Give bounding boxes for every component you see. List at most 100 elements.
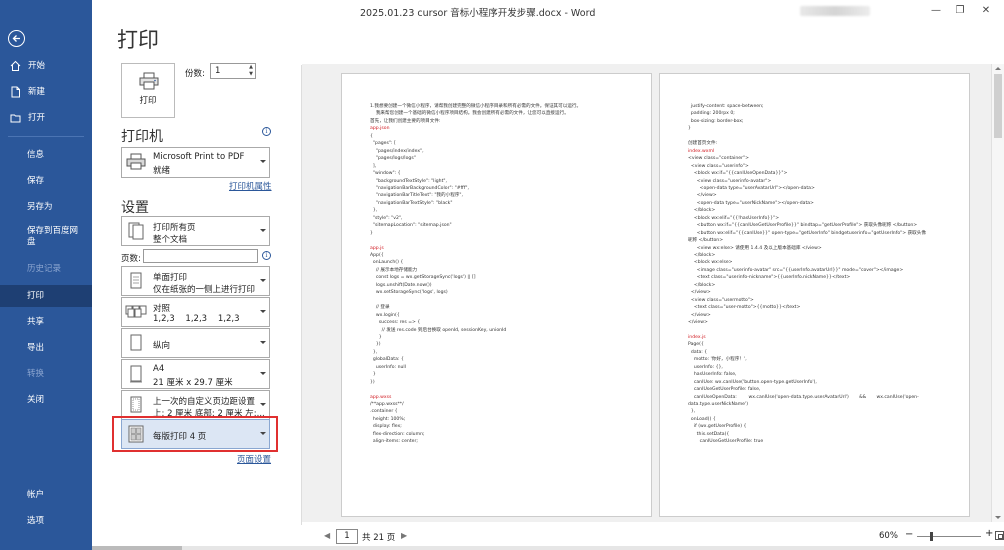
sidebar-item-info[interactable]: 信息 bbox=[0, 144, 92, 166]
preview-line: 首先，让我们创建主要的项目文件: bbox=[370, 118, 441, 124]
preview-line: "navigationBarTextStyle": "black" bbox=[370, 200, 453, 206]
preview-line: <view wx:else> 请使用 1.4.4 及以上版本基础库 </view… bbox=[688, 245, 822, 251]
sidebar-item-label: 导出 bbox=[27, 343, 45, 353]
zoom-in-button[interactable]: + bbox=[985, 528, 993, 539]
zoom-slider[interactable] bbox=[917, 532, 981, 541]
scroll-up-icon[interactable] bbox=[995, 67, 1001, 70]
copies-stepper[interactable]: 1 ▲ ▼ bbox=[210, 63, 256, 79]
sidebar-item-label: 打开 bbox=[28, 113, 46, 123]
sidebar-item-print[interactable]: 打印 bbox=[0, 285, 92, 307]
collate-select[interactable]: 对照 1,2,3 1,2,3 1,2,3 bbox=[121, 297, 270, 327]
previous-page-button[interactable]: ◀ bbox=[324, 531, 330, 540]
preview-line: 创建首页文件: bbox=[688, 141, 718, 147]
backstage-sidebar: 开始 新建 打开 信息 保存 另存为 保存到百度网盘 历史记录 打印 共享 导出… bbox=[0, 0, 92, 550]
sidebar-item-account[interactable]: 帐户 bbox=[0, 484, 92, 506]
printer-properties-link[interactable]: 打印机属性 bbox=[229, 180, 272, 192]
preview-line: .container { bbox=[370, 409, 398, 415]
chevron-down-icon bbox=[260, 279, 266, 282]
next-page-button[interactable]: ▶ bbox=[401, 531, 407, 540]
sidebar-item-export[interactable]: 导出 bbox=[0, 337, 92, 359]
copies-value: 1 bbox=[215, 66, 221, 76]
vertical-scrollbar[interactable] bbox=[991, 64, 1004, 522]
info-icon[interactable]: i bbox=[262, 251, 271, 260]
preview-line: <block wx:else> bbox=[688, 260, 733, 266]
zoom-slider-knob[interactable] bbox=[930, 532, 933, 541]
setting-line2: 整个文档 bbox=[153, 235, 188, 245]
preview-line: "navigationBarBackgroundColor": "#fff", bbox=[370, 185, 469, 191]
portrait-orientation-icon bbox=[130, 334, 142, 351]
preview-line: canIUse: wx.canIUse('button.open-type.ge… bbox=[688, 379, 817, 385]
chevron-down-icon bbox=[260, 160, 266, 163]
chevron-down-icon bbox=[260, 341, 266, 344]
preview-line: <button wx:elif="{{canIUse}}" open-type=… bbox=[688, 230, 926, 236]
preview-line: App({ bbox=[370, 253, 384, 258]
page-setup-link[interactable]: 页面设置 bbox=[237, 453, 271, 465]
preview-line: }) bbox=[370, 379, 375, 385]
paper-size-icon bbox=[130, 365, 142, 383]
preview-line: </view> bbox=[688, 320, 708, 326]
sidebar-item-options[interactable]: 选项 bbox=[0, 510, 92, 532]
preview-line: ], bbox=[370, 163, 377, 169]
preview-line: align-items: center; bbox=[370, 439, 418, 445]
printer-name: Microsoft Print to PDF bbox=[153, 152, 245, 162]
sidebar-item-home[interactable]: 开始 bbox=[0, 55, 92, 77]
minimize-button[interactable]: — bbox=[924, 2, 948, 20]
preview-line: data: { bbox=[688, 349, 708, 355]
scrollbar-thumb[interactable] bbox=[92, 546, 182, 550]
scrollbar-thumb[interactable] bbox=[994, 74, 1002, 138]
scroll-down-icon[interactable] bbox=[995, 516, 1001, 519]
zoom-out-button[interactable]: − bbox=[905, 529, 913, 540]
preview-line: <button wx:if="{{canIUseGetUserProfile}}… bbox=[688, 223, 918, 229]
back-arrow-icon[interactable] bbox=[8, 30, 25, 47]
preview-line: index.wxml bbox=[688, 148, 715, 154]
print-range-select[interactable]: 打印所有页 整个文档 bbox=[121, 216, 270, 246]
sidebar-item-close[interactable]: 关闭 bbox=[0, 389, 92, 411]
setting-line1: A4 bbox=[153, 364, 165, 374]
sidebar-item-label: 保存 bbox=[27, 176, 45, 186]
print-preview[interactable]: 1.我想要创建一个微信小程序，请帮我创建完整的微信小程序目录和所有必需的文件。保… bbox=[302, 64, 991, 522]
stepper-arrows-icon[interactable]: ▲ ▼ bbox=[249, 64, 253, 78]
orientation-select[interactable]: 纵向 bbox=[121, 328, 270, 358]
sidebar-item-new[interactable]: 新建 bbox=[0, 81, 92, 103]
sidebar-item-open[interactable]: 打开 bbox=[0, 107, 92, 129]
sidebar-item-label: 选项 bbox=[27, 516, 45, 526]
info-icon[interactable]: i bbox=[262, 127, 271, 136]
sidebar-item-share[interactable]: 共享 bbox=[0, 311, 92, 333]
zoom-level[interactable]: 60% bbox=[879, 531, 898, 541]
pages-input[interactable] bbox=[143, 249, 258, 263]
preview-page-left: 1.我想要创建一个微信小程序，请帮我创建完整的微信小程序目录和所有必需的文件。保… bbox=[341, 73, 652, 517]
preview-line: "sitemapLocation": "sitemap.json" bbox=[370, 223, 452, 229]
close-button[interactable]: ✕ bbox=[974, 2, 998, 20]
preview-line: "window": { bbox=[370, 171, 401, 177]
preview-line: userInfo: {}, bbox=[688, 364, 723, 370]
sidebar-divider bbox=[8, 136, 84, 137]
setting-line1: 对照 bbox=[153, 304, 171, 314]
preview-line: globalData: { bbox=[370, 357, 404, 363]
printer-select[interactable]: Microsoft Print to PDF 就绪 bbox=[121, 147, 270, 178]
preview-line: app.json bbox=[370, 126, 390, 132]
printer-status: 就绪 bbox=[153, 166, 171, 176]
preview-line: <text class="user-motto">{{motto}}</text… bbox=[688, 305, 801, 311]
margins-icon bbox=[130, 396, 142, 413]
sides-select[interactable]: 单面打印 仅在纸张的一侧上进行打印 bbox=[121, 266, 270, 296]
horizontal-scrollbar[interactable] bbox=[92, 546, 1004, 550]
preview-line: } bbox=[370, 334, 382, 340]
preview-line: onLaunch() { bbox=[370, 260, 404, 266]
document-pages-icon bbox=[128, 222, 144, 240]
preview-line: <view class="container"> bbox=[688, 156, 749, 162]
sidebar-item-save[interactable]: 保存 bbox=[0, 170, 92, 192]
preview-line: box-sizing: border-box; bbox=[688, 118, 744, 124]
chevron-down-icon bbox=[260, 403, 266, 406]
chevron-down-icon bbox=[260, 310, 266, 313]
restore-button[interactable]: ❐ bbox=[948, 2, 972, 20]
preview-line: <open-data type="userAvatarUrl"></open-d… bbox=[688, 185, 815, 191]
print-button[interactable]: 打印 bbox=[121, 63, 175, 118]
setting-line1: 上一次的自定义页边距设置 bbox=[153, 397, 256, 407]
current-page-input[interactable]: 1 bbox=[336, 529, 358, 544]
sidebar-item-save-as[interactable]: 另存为 bbox=[0, 196, 92, 218]
new-document-icon bbox=[11, 86, 20, 98]
sidebar-item-save-to-baidu[interactable]: 保存到百度网盘 bbox=[0, 222, 92, 252]
preview-line: "backgroundTextStyle": "light", bbox=[370, 178, 447, 184]
paper-size-select[interactable]: A4 21 厘米 x 29.7 厘米 bbox=[121, 359, 270, 389]
zoom-to-page-icon[interactable] bbox=[995, 531, 1004, 540]
